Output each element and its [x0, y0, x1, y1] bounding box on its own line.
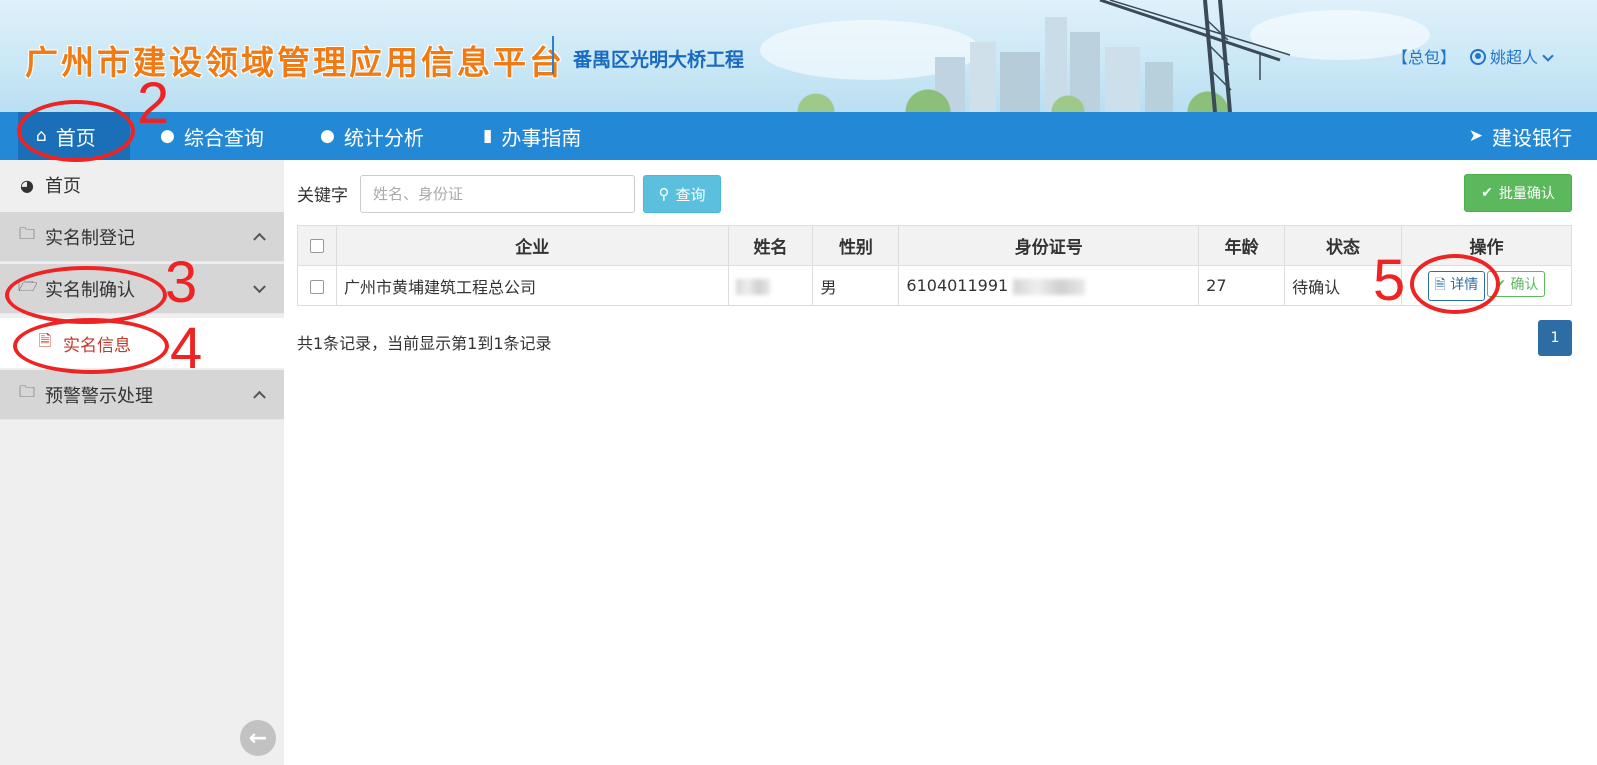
folder-icon: 🗀: [18, 224, 35, 243]
chevron-down-icon: [1542, 50, 1554, 62]
id-number-prefix: 6104011991: [906, 276, 1009, 295]
select-all-checkbox[interactable]: [309, 238, 324, 253]
globe-icon: ●: [320, 126, 335, 146]
nav-query[interactable]: ● 综合查询: [160, 112, 264, 160]
nav-guide[interactable]: ▮ 办事指南: [483, 112, 581, 160]
role-badge[interactable]: 【总包】: [1392, 44, 1456, 68]
row-checkbox[interactable]: [309, 279, 324, 294]
header-banner: 广州市建设领域管理应用信息平台 番禺区光明大桥工程 【总包】 姚超人: [0, 0, 1597, 112]
crane-icon: [1099, 0, 1291, 112]
annotation-number: 4: [170, 316, 203, 381]
batch-confirm-button[interactable]: ✔ 批量确认: [1464, 174, 1572, 212]
sidebar-item-label: 首页: [45, 176, 81, 197]
chevron-up-icon: [253, 232, 266, 246]
chevron-down-icon: [253, 279, 266, 293]
user-icon: [1469, 49, 1486, 65]
search-icon: ⚲: [658, 185, 670, 203]
sidebar-item-label: 实名制登记: [45, 227, 135, 249]
column-header[interactable]: 身份证号: [898, 225, 1200, 266]
sidebar: ◕ 首页 🗀 实名制登记 🗁 实名制确认 🗎 实名信息 🗀 预警警示处理: [0, 160, 284, 765]
keyword-label: 关键字: [297, 186, 348, 206]
age-cell: 27: [1198, 265, 1286, 306]
nav-query-label: 综合查询: [183, 125, 264, 150]
title-divider: [552, 36, 554, 74]
annotation-number: 5: [1373, 248, 1406, 313]
redacted-name: [735, 278, 770, 295]
row-select-cell: [297, 265, 337, 306]
nav-stats[interactable]: ● 统计分析: [320, 112, 424, 160]
annotation-number: 3: [165, 250, 198, 315]
annotation-circle: [1410, 254, 1500, 314]
user-area: 【总包】 姚超人: [1392, 44, 1554, 68]
nav-stats-label: 统计分析: [343, 125, 424, 150]
check-icon: ✔: [1481, 185, 1493, 201]
gender-cell: 男: [812, 265, 900, 306]
chevron-up-icon: [253, 390, 266, 404]
username: 姚超人: [1489, 48, 1538, 67]
confirm-label: 确认: [1510, 276, 1539, 293]
page-button[interactable]: 1: [1538, 320, 1572, 356]
project-name: 番禺区光明大桥工程: [573, 49, 745, 71]
company-cell: 广州市黄埔建筑工程总公司: [335, 265, 729, 306]
arrow-left-icon: ←: [248, 725, 268, 751]
annotation-number: 2: [137, 71, 170, 136]
sidebar-item-label: 预警警示处理: [45, 385, 153, 407]
paper-plane-icon: ➤: [1468, 126, 1483, 146]
platform-title: 广州市建设领域管理应用信息平台: [25, 43, 565, 82]
column-header[interactable]: 姓名: [727, 225, 814, 266]
redacted-id: [1013, 278, 1086, 295]
nav-guide-label: 办事指南: [501, 125, 582, 150]
main-nav: ⌂ 首页 ● 综合查询 ● 统计分析 ▮ 办事指南 ➤ 建设银行: [0, 112, 1597, 160]
keyword-input[interactable]: [360, 175, 635, 213]
select-all-cell: [297, 225, 337, 266]
sidebar-group-registration[interactable]: 🗀 实名制登记: [0, 212, 284, 262]
folder-icon: 🗀: [18, 382, 35, 401]
annotation-circle: [5, 266, 167, 324]
sidebar-item-home[interactable]: ◕ 首页: [0, 164, 284, 206]
name-cell: [727, 265, 814, 306]
book-icon: ▮: [483, 126, 493, 146]
id-cell: 6104011991: [898, 265, 1200, 306]
record-summary: 共1条记录，当前显示第1到1条记录: [297, 334, 552, 353]
column-header[interactable]: 年龄: [1198, 225, 1286, 266]
nav-bank-label: 建设银行: [1492, 125, 1572, 150]
annotation-circle: [17, 100, 135, 162]
dashboard-icon: ◕: [20, 175, 34, 195]
sidebar-group-warning[interactable]: 🗀 预警警示处理: [0, 370, 284, 420]
user-menu[interactable]: 姚超人: [1469, 44, 1554, 68]
column-header[interactable]: 性别: [812, 225, 900, 266]
batch-confirm-label: 批量确认: [1498, 186, 1555, 202]
column-header[interactable]: 企业: [335, 225, 729, 266]
annotation-circle: [13, 318, 169, 374]
collapse-sidebar-button[interactable]: ←: [240, 720, 276, 756]
query-button[interactable]: ⚲ 查询: [643, 175, 721, 213]
nav-bank[interactable]: ➤ 建设银行: [1469, 112, 1572, 160]
query-button-label: 查询: [675, 185, 706, 204]
